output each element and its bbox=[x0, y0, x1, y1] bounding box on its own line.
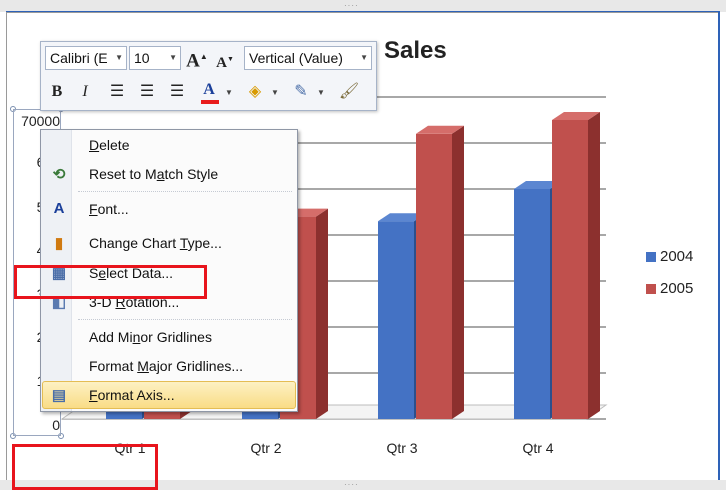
font-color-swatch bbox=[201, 100, 219, 104]
font-size-value: 10 bbox=[134, 50, 150, 66]
font-name-combo[interactable]: Calibri (E ▼ bbox=[45, 46, 127, 70]
fill-color-dropdown-icon[interactable]: ▼ bbox=[271, 88, 279, 97]
format-painter-icon[interactable]: 🖌 bbox=[337, 80, 361, 104]
bold-button[interactable]: B bbox=[45, 80, 69, 104]
font-color-dropdown-icon[interactable]: ▼ bbox=[225, 88, 233, 97]
font-size-combo[interactable]: 10 ▼ bbox=[129, 46, 181, 70]
fill-color-icon[interactable]: ◈ bbox=[243, 80, 267, 104]
menu-item-label-part: ype... bbox=[187, 235, 222, 251]
chart-element-selector[interactable]: Vertical (Value) ▼ bbox=[244, 46, 372, 70]
menu-item-label-part: Change Chart bbox=[89, 235, 180, 251]
menu-item-label-part: or Gridlines bbox=[140, 329, 212, 345]
bar-2005-qtr-4 bbox=[552, 120, 588, 419]
legend-label-2004[interactable]: 2004 bbox=[660, 248, 693, 265]
menu-item-label-part: Add Mi bbox=[89, 329, 133, 345]
font-size-dropdown-icon[interactable]: ▼ bbox=[169, 47, 177, 69]
menu-item-label-part: ajor Gridlines... bbox=[148, 358, 244, 374]
x-tick-label: Qtr 4 bbox=[522, 440, 554, 456]
excel-chart-screenshot: ···· ···· Sales 700006005004003002001000… bbox=[0, 0, 726, 490]
menu-item-accelerator: D bbox=[89, 137, 100, 153]
bar-side bbox=[588, 112, 600, 419]
align-center-icon[interactable]: ☰ bbox=[135, 80, 159, 104]
grow-font-icon: A bbox=[186, 50, 200, 72]
chart-element-value: Vertical (Value) bbox=[249, 50, 343, 66]
align-left-icon[interactable]: ☰ bbox=[105, 80, 129, 104]
shrink-font-icon: A bbox=[216, 55, 227, 71]
outline-color-icon[interactable]: ✎ bbox=[289, 80, 313, 104]
italic-button[interactable]: I bbox=[73, 80, 97, 104]
annotation-box-axis bbox=[12, 444, 158, 490]
menu-item-format-axis[interactable]: Format Axis... bbox=[89, 387, 175, 403]
font-icon: A bbox=[53, 200, 65, 217]
x-tick-label: Qtr 2 bbox=[250, 440, 282, 456]
menu-item-reset-to-match-style[interactable]: Reset to Match Style bbox=[89, 166, 218, 182]
format-axis-icon: ▤ bbox=[51, 387, 67, 404]
reset-style-icon: ⟲ bbox=[52, 166, 66, 183]
menu-item-font[interactable]: Font... bbox=[89, 201, 129, 217]
menu-item-label-part: ormat Axis... bbox=[97, 387, 175, 403]
bar-side bbox=[452, 125, 464, 420]
legend-swatch-2004 bbox=[646, 252, 656, 262]
bar-2004-qtr-4 bbox=[514, 189, 550, 419]
x-tick-label: Qtr 3 bbox=[386, 440, 418, 456]
menu-item-accelerator: T bbox=[179, 235, 188, 251]
legend-swatch-2005 bbox=[646, 284, 656, 294]
font-color-icon[interactable]: A bbox=[197, 78, 221, 102]
legend-label-2005[interactable]: 2005 bbox=[660, 280, 693, 297]
menu-item-accelerator: a bbox=[156, 166, 165, 182]
menu-separator bbox=[78, 191, 292, 193]
font-name-value: Calibri (E bbox=[50, 50, 108, 66]
font-name-dropdown-icon[interactable]: ▼ bbox=[115, 47, 123, 69]
menu-item-label-part: tch Style bbox=[164, 166, 219, 182]
menu-item-change-chart-type[interactable]: Change Chart Type... bbox=[89, 235, 222, 251]
menu-item-label-part: Reset to M bbox=[89, 166, 157, 182]
menu-item-format-major-gridlines[interactable]: Format Major Gridlines... bbox=[89, 358, 243, 374]
align-right-icon[interactable]: ☰ bbox=[165, 80, 189, 104]
annotation-box-select-data bbox=[14, 265, 207, 299]
chart-type-icon: ▮ bbox=[54, 235, 64, 252]
menu-separator bbox=[78, 319, 292, 321]
menu-item-accelerator: M bbox=[137, 358, 149, 374]
bar-side bbox=[316, 208, 328, 419]
menu-item-add-minor-gridlines[interactable]: Add Minor Gridlines bbox=[89, 329, 212, 345]
menu-item-label-part: Format bbox=[89, 358, 138, 374]
outline-color-dropdown-icon[interactable]: ▼ bbox=[317, 88, 325, 97]
grow-font-button[interactable]: A▲ bbox=[185, 45, 209, 73]
bar-2005-qtr-3 bbox=[416, 133, 452, 420]
menu-item-accelerator: F bbox=[89, 201, 98, 217]
mini-toolbar: Calibri (E ▼ 10 ▼ A▲ A▼ Vertical (Value)… bbox=[40, 41, 377, 111]
shrink-font-button[interactable]: A▼ bbox=[213, 47, 237, 75]
menu-item-label-part: elete bbox=[99, 137, 130, 153]
menu-item-delete[interactable]: Delete bbox=[89, 137, 129, 153]
menu-item-label-part: ont... bbox=[97, 201, 129, 217]
bar-2004-qtr-3 bbox=[378, 221, 414, 419]
menu-item-accelerator: F bbox=[89, 387, 98, 403]
chart-element-dropdown-icon[interactable]: ▼ bbox=[360, 47, 368, 69]
